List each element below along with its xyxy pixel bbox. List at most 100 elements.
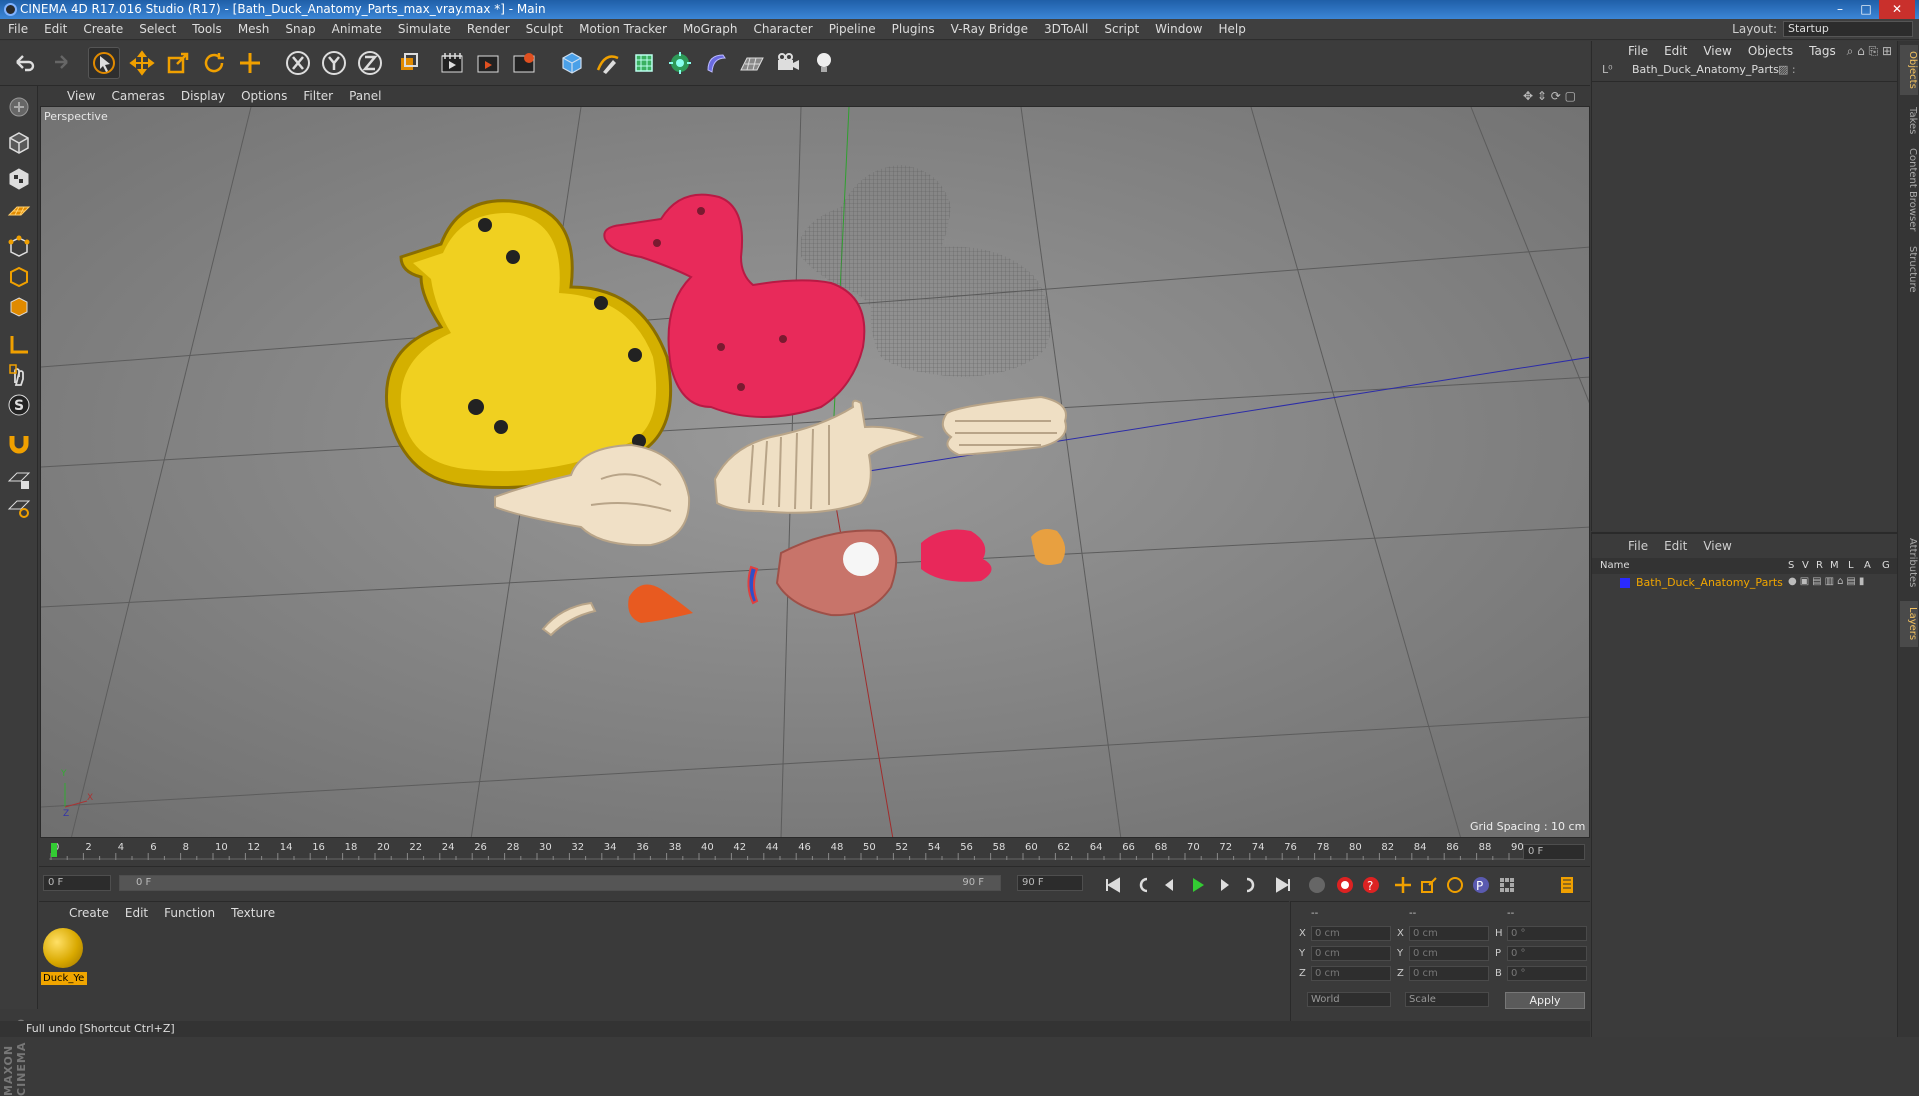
workplane-icon[interactable] [4,196,34,226]
camera-icon[interactable] [772,47,804,79]
menu-plugins[interactable]: Plugins [884,22,943,36]
side-tab-layers[interactable]: Layers [1900,601,1918,647]
coord-rot-b-field[interactable]: 0 ° [1507,966,1587,981]
material-menu-texture[interactable]: Texture [223,906,283,920]
deformer-icon[interactable] [700,47,732,79]
object-visibility-toggle-icon[interactable]: ▨ : [1778,63,1796,76]
mograph-cloner-icon[interactable] [664,47,696,79]
points-mode-icon[interactable] [4,232,34,262]
material-menu-function[interactable]: Function [156,906,223,920]
side-tab-content-browser[interactable]: Content Browser [1900,145,1918,235]
coord-space-select[interactable]: World [1307,992,1391,1007]
menu-pipeline[interactable]: Pipeline [821,22,884,36]
menu-script[interactable]: Script [1096,22,1147,36]
playhead-marker[interactable] [51,843,57,857]
keyframe-help-icon[interactable]: ? [1359,873,1383,897]
menu-snap[interactable]: Snap [277,22,323,36]
close-button[interactable]: ✕ [1879,0,1915,19]
viewport-menu-display[interactable]: Display [173,89,233,103]
grid-undo-icon[interactable] [4,492,34,522]
menu-render[interactable]: Render [459,22,518,36]
coordinate-system-icon[interactable] [392,47,424,79]
side-tab-objects[interactable]: Objects [1900,45,1918,95]
autokey-icon[interactable] [1333,873,1357,897]
play-icon[interactable] [1185,873,1209,897]
menu-tools[interactable]: Tools [184,22,230,36]
menu-window[interactable]: Window [1147,22,1210,36]
coord-mode-select[interactable]: Scale [1405,992,1489,1007]
go-to-start-icon[interactable] [1101,873,1125,897]
menu-vray-bridge[interactable]: V-Ray Bridge [943,22,1036,36]
key-rotation-icon[interactable] [1443,873,1467,897]
obj-menu-edit[interactable]: Edit [1656,44,1695,58]
render-picture-viewer-icon[interactable] [472,47,504,79]
viewport-nav-icons[interactable]: ✥ ⇕ ⟳ ▢ [1523,89,1576,103]
menu-character[interactable]: Character [745,22,820,36]
3d-viewport[interactable]: Y X Z [40,106,1590,838]
redo-icon[interactable] [44,47,76,79]
layer-menu-edit[interactable]: Edit [1656,539,1695,553]
menu-select[interactable]: Select [131,22,184,36]
edges-mode-icon[interactable] [4,262,34,292]
spline-pen-icon[interactable] [592,47,624,79]
key-parameter-icon[interactable]: P [1469,873,1493,897]
object-tree-item[interactable]: Bath_Duck_Anatomy_Parts [1632,63,1779,76]
axis-mode-icon[interactable] [4,330,34,360]
menu-3dtoall[interactable]: 3DToAll [1036,22,1096,36]
layout-select[interactable]: Startup [1783,21,1913,37]
magnet-icon[interactable] [4,428,34,458]
coord-pos-z-field[interactable]: 0 cm [1311,966,1391,981]
side-tab-takes[interactable]: Takes [1900,103,1918,139]
go-to-end-icon[interactable] [1271,873,1295,897]
start-frame-field[interactable]: 0 F [43,875,111,891]
maximize-button[interactable]: □ [1853,0,1879,19]
model-mode-icon[interactable] [4,128,34,158]
y-axis-icon[interactable] [318,47,350,79]
rotate-icon[interactable] [198,47,230,79]
floor-environment-icon[interactable] [736,47,768,79]
menu-create[interactable]: Create [75,22,131,36]
select-arrow-icon[interactable] [88,47,120,79]
tweak-mode-icon[interactable] [4,360,34,390]
cube-primitive-icon[interactable] [556,47,588,79]
scale-icon[interactable] [162,47,194,79]
side-tab-attributes[interactable]: Attributes [1900,531,1918,595]
snapping-icon[interactable]: S [4,390,34,420]
side-tab-structure[interactable]: Structure [1900,241,1918,297]
menu-file[interactable]: File [0,22,36,36]
menu-edit[interactable]: Edit [36,22,75,36]
coord-rot-p-field[interactable]: 0 ° [1507,946,1587,961]
render-view-icon[interactable] [436,47,468,79]
viewport-menu-options[interactable]: Options [233,89,295,103]
timeline-ruler[interactable]: 0246810121416182022242628303234363840424… [39,839,1590,865]
coord-pos-x-field[interactable]: 0 cm [1311,926,1391,941]
previous-frame-icon[interactable] [1157,873,1181,897]
z-axis-icon[interactable] [354,47,386,79]
layer-menu-file[interactable]: File [1620,539,1656,553]
texture-mode-icon[interactable] [4,164,34,194]
menu-mograph[interactable]: MoGraph [675,22,746,36]
last-tool-icon[interactable] [234,47,266,79]
material-menu-edit[interactable]: Edit [117,906,156,920]
obj-menu-view[interactable]: View [1695,44,1739,58]
key-scale-icon[interactable] [1417,873,1441,897]
menu-help[interactable]: Help [1210,22,1253,36]
material-menu-create[interactable]: Create [61,906,117,920]
current-frame-field[interactable]: 0 F [1523,844,1585,860]
layer-menu-view[interactable]: View [1695,539,1739,553]
viewport-menu-filter[interactable]: Filter [295,89,341,103]
menu-animate[interactable]: Animate [324,22,390,36]
timeline-window-icon[interactable] [1555,873,1579,897]
material-name[interactable]: Duck_Ye [41,972,87,985]
layer-color-swatch[interactable] [1620,578,1630,588]
coord-size-x-field[interactable]: 0 cm [1409,926,1489,941]
obj-menu-objects[interactable]: Objects [1740,44,1801,58]
frame-range-slider[interactable]: 0 F 90 F [119,875,1001,891]
menu-mesh[interactable]: Mesh [230,22,278,36]
minimize-button[interactable]: – [1827,0,1853,19]
viewport-menu-cameras[interactable]: Cameras [103,89,172,103]
menu-motion-tracker[interactable]: Motion Tracker [571,22,675,36]
material-swatch[interactable] [43,928,83,968]
apply-button[interactable]: Apply [1505,992,1585,1009]
obj-menu-file[interactable]: File [1620,44,1656,58]
